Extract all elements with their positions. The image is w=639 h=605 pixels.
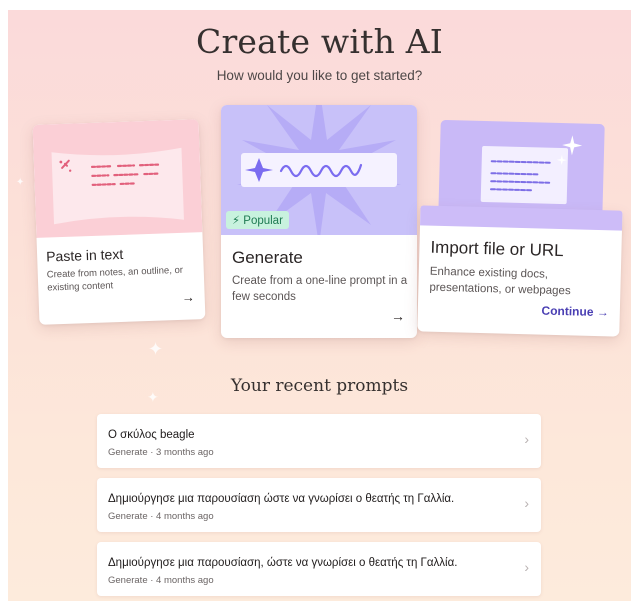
chevron-right-icon: ›: [524, 495, 529, 511]
sparkle-decoration-icon: ✦: [16, 177, 25, 188]
paste-illustration: [32, 119, 203, 238]
paste-in-text-card[interactable]: Paste in text Create from notes, an outl…: [32, 119, 206, 325]
card-title: Paste in text: [45, 245, 124, 265]
recent-prompt-item[interactable]: Ο σκύλος beagle Generate · 3 months ago …: [97, 414, 541, 468]
page-title: Create with AI: [196, 22, 443, 61]
card-title: Generate: [232, 248, 303, 267]
import-file-or-url-card[interactable]: Import file or URL Enhance existing docs…: [417, 119, 624, 337]
card-description: Create from notes, an outline, or existi…: [46, 264, 184, 294]
page-subtitle: How would you like to get started?: [216, 68, 423, 83]
arrow-right-icon: →: [391, 308, 405, 324]
arrow-right-icon: →: [181, 289, 195, 305]
card-description: Create from a one-line prompt in a few s…: [232, 275, 408, 304]
prompt-meta: Generate · 3 months ago: [108, 447, 214, 458]
recent-prompts-title: Your recent prompts: [230, 376, 409, 396]
paste-text-icon: [51, 147, 184, 225]
recent-prompt-item[interactable]: Δημιούργησε μια παρουσίαση, ώστε να γνωρ…: [97, 542, 541, 596]
card-title: Import file or URL: [430, 237, 564, 261]
prompt-meta: Generate · 4 months ago: [108, 575, 214, 586]
prompt-title: Δημιούργησε μια παρουσίαση ώστε να γνωρί…: [108, 493, 455, 505]
sparkle-decoration-icon: ✦: [148, 339, 164, 359]
prompt-title: Δημιούργησε μια παρουσίαση, ώστε να γνωρ…: [108, 557, 458, 569]
recent-prompt-item[interactable]: Δημιούργησε μια παρουσίαση ώστε να γνωρί…: [97, 478, 541, 532]
prompt-title: Ο σκύλος beagle: [108, 429, 195, 441]
popular-badge: ⚡ Popular: [226, 211, 289, 229]
create-with-ai-page: ✦ ✦ ✦ Create with AI How would you like …: [8, 10, 631, 601]
continue-link[interactable]: Continue →: [541, 304, 609, 320]
generate-card[interactable]: ⚡ Popular Generate Create from a one-lin…: [221, 105, 417, 338]
chevron-right-icon: ›: [524, 559, 529, 575]
chevron-right-icon: ›: [524, 431, 529, 447]
card-description: Enhance existing docs, presentations, or…: [429, 265, 571, 298]
prompt-meta: Generate · 4 months ago: [108, 511, 214, 522]
